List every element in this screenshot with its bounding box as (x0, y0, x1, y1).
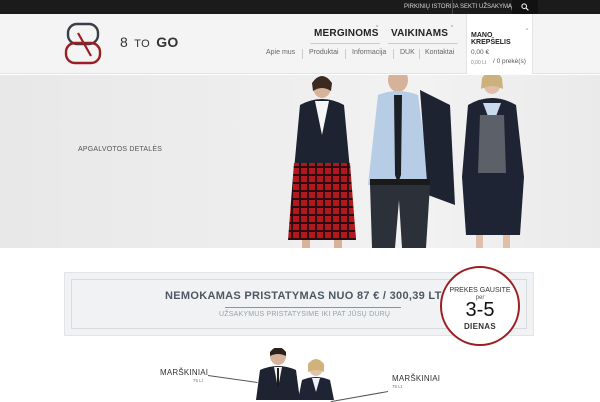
subnav-divider (302, 49, 303, 59)
cart-item-count: / 0 prekė(s) (493, 58, 526, 65)
nav-category-vaikinams[interactable]: VAIKINAMS ˇ (391, 26, 453, 39)
badge-days: DIENAS (463, 322, 497, 331)
promo-title: NEMOKAMAS PRISTATYMAS NUO 87 € / 300,39 … (165, 290, 442, 302)
nav-category-label: VAIKINAMS (391, 28, 449, 39)
badge-number: 3-5 (465, 299, 495, 321)
logo-mark[interactable] (64, 21, 104, 72)
product-models-image (256, 348, 334, 400)
topbar-divider (452, 0, 453, 14)
promo-divider (225, 307, 401, 308)
nav-category-label: MERGINOMS (314, 28, 379, 39)
search-icon (521, 3, 529, 11)
top-bar: PIRKINIŲ ISTORIJA SEKTI UŽSAKYMĄ (0, 0, 600, 14)
product-price-right: 75 Lt (392, 384, 403, 389)
hero-banner[interactable]: APGALVOTOS DETALĖS (0, 75, 600, 248)
subnav-divider (345, 49, 346, 59)
cart-subtotal-lt: 0,00 Lt (471, 60, 487, 66)
subnav-divider (393, 49, 394, 59)
order-history-link[interactable]: PIRKINIŲ ISTORIJA (404, 0, 459, 14)
product-price-left: 75 Lt (193, 378, 204, 383)
subnav-about[interactable]: Apie mus (266, 49, 295, 56)
delivery-time-badge: PREKES GAUSITE per 3-5 DIENAS (440, 266, 520, 346)
nav-divider (388, 43, 458, 44)
product-label-right[interactable]: MARŠKINIAI (392, 374, 440, 383)
nav-category-merginoms[interactable]: MERGINOMS ˇ (314, 26, 379, 39)
chevron-down-icon: ˇ (526, 29, 529, 36)
chevron-down-icon: ˇ (451, 26, 454, 33)
subnav-faq[interactable]: DUK (400, 49, 415, 56)
product-label-left[interactable]: MARŠKINIAI (160, 368, 208, 377)
promo-subtitle: UŽSAKYMUS PRISTATYSIME IKI PAT JŪSŲ DURŲ (219, 311, 391, 318)
cart-total: 0,00 € (471, 49, 490, 56)
logo-text[interactable]: 8 TO GO (120, 34, 179, 50)
subnav-info[interactable]: Informacija (352, 49, 386, 56)
nav-divider (310, 43, 380, 44)
logo-number: 8 (120, 34, 129, 50)
cart-title: MANO KREPŠELIS (471, 32, 511, 46)
search-button[interactable] (512, 0, 538, 14)
subnav-divider (419, 49, 420, 59)
subnav-products[interactable]: Produktai (309, 49, 339, 56)
badge-line1: PREKES GAUSITE (449, 287, 511, 294)
cart-widget[interactable]: MANO KREPŠELIS ˇ 0,00 € 0,00 Lt / 0 prek… (466, 14, 533, 74)
logo-to: TO (134, 38, 150, 50)
logo-go: GO (156, 34, 179, 50)
track-order-link[interactable]: SEKTI UŽSAKYMĄ (460, 0, 512, 14)
logo-icon (64, 22, 102, 65)
chevron-down-icon: ˇ (376, 26, 379, 33)
hero-models-image (288, 75, 524, 248)
subnav-contacts[interactable]: Kontaktai (425, 49, 454, 56)
